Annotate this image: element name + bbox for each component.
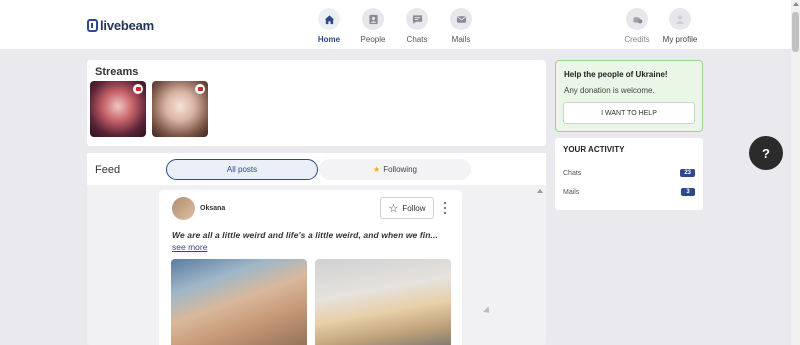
nav-people[interactable]: People [348,8,398,44]
activity-card: YOUR ACTIVITY Chats 23 Mails 3 [555,138,703,210]
home-icon [318,8,340,30]
activity-row-label: Mails [563,188,580,196]
activity-row-mails[interactable]: Mails 3 [563,188,695,196]
streams-panel: Streams [87,60,546,146]
nav-my-profile-label: My profile [662,35,698,44]
scroll-thumb[interactable] [792,12,799,52]
nav-chats-label: Chats [406,35,428,44]
live-badge-icon [195,84,205,94]
logo-mark-icon [87,19,98,32]
people-icon [362,8,384,30]
ukraine-donation-card: Help the people of Ukraine! Any donation… [555,60,703,132]
scroll-up-arrow-icon[interactable] [793,2,799,6]
activity-title: YOUR ACTIVITY [563,145,625,154]
feed-post: Oksana ☆ Follow We are all a little weir… [159,190,462,345]
live-badge-icon [133,84,143,94]
nav-mails[interactable]: Mails [436,8,486,44]
logo-text: livebeam [100,18,155,33]
follow-button[interactable]: ☆ Follow [380,197,434,219]
nav-my-profile[interactable]: My profile [655,8,705,44]
tab-following-label: Following [383,165,417,174]
page-scrollbar[interactable] [791,0,800,345]
nav-mails-label: Mails [451,35,471,44]
feed-scroll-up-icon[interactable] [537,189,543,193]
see-more-link[interactable]: see more [172,242,207,252]
post-author-name[interactable]: Oksana [200,205,225,212]
top-bar: livebeam Home People Chats Mails Credits [0,0,791,50]
credits-icon [626,8,648,30]
tab-all-posts-label: All posts [226,165,258,174]
mail-icon [450,8,472,30]
avatar [669,8,691,30]
want-to-help-button[interactable]: I WANT TO HELP [563,102,695,124]
nav-chats[interactable]: Chats [392,8,442,44]
ukraine-subtitle: Any donation is welcome. [564,86,655,95]
follow-button-label: Follow [402,203,426,213]
feed-header: Feed All posts ★ Following [87,153,546,185]
logo[interactable]: livebeam [87,18,154,33]
nav-home[interactable]: Home [304,8,354,44]
nav-people-label: People [360,35,386,44]
chat-icon [406,8,428,30]
star-icon: ★ [373,165,381,174]
streams-title: Streams [95,66,139,78]
post-text: We are all a little weird and life's a l… [172,230,438,240]
post-image[interactable] [315,259,451,345]
count-badge: 3 [681,188,695,196]
feed-title: Feed [95,164,121,176]
post-image[interactable] [171,259,307,345]
stream-thumbnail[interactable] [90,81,146,137]
activity-row-label: Chats [563,169,582,177]
post-author-avatar[interactable] [172,197,195,220]
stream-thumbnail[interactable] [152,81,208,137]
help-button[interactable]: ? [749,136,783,170]
more-options-icon[interactable] [442,200,448,216]
tab-following[interactable]: ★ Following [319,159,471,180]
feed-panel: Feed All posts ★ Following Oksana ☆ Foll… [87,153,546,345]
nav-home-label: Home [317,35,341,44]
count-badge: 23 [680,169,695,177]
tab-all-posts[interactable]: All posts [166,159,318,180]
ukraine-title: Help the people of Ukraine! [564,70,668,79]
star-outline-icon: ☆ [388,202,399,215]
activity-row-chats[interactable]: Chats 23 [563,169,695,177]
